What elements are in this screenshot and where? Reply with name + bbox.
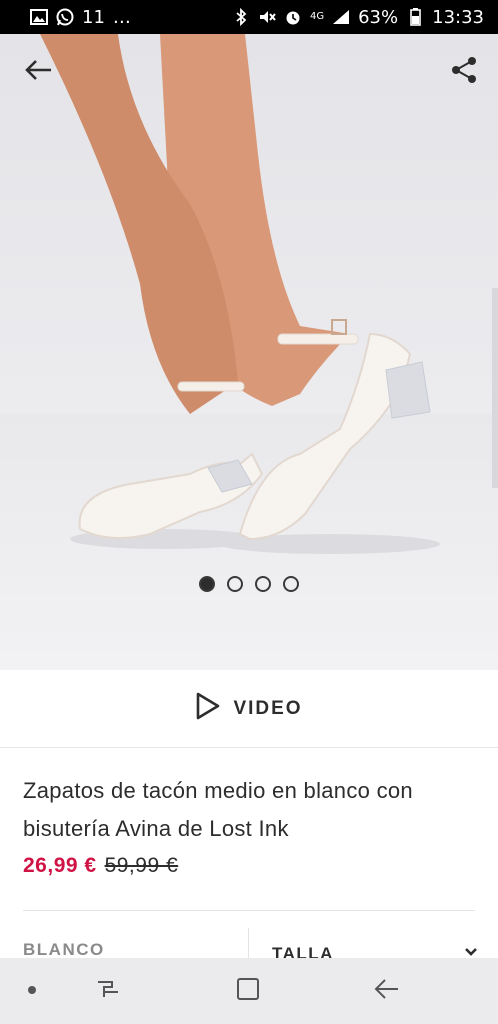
back-arrow-icon xyxy=(372,976,400,1007)
gallery-dot-4[interactable] xyxy=(283,576,299,592)
whatsapp-notification-icon xyxy=(56,8,74,26)
recent-apps-button[interactable] xyxy=(78,958,138,1024)
network-type: 4G xyxy=(309,11,325,22)
battery-icon xyxy=(406,8,424,26)
original-price: 59,99 € xyxy=(104,854,179,877)
product-info: Zapatos de tacón medio en blanco con bis… xyxy=(23,772,473,878)
arrow-left-icon xyxy=(23,58,53,87)
clock: 13:33 xyxy=(432,6,484,28)
product-title: Zapatos de tacón medio en blanco con bis… xyxy=(23,778,413,841)
share-button[interactable] xyxy=(444,52,484,92)
status-bar: 11 … 4G 63% 13:33 xyxy=(0,0,498,34)
gallery-dot-2[interactable] xyxy=(227,576,243,592)
gallery-dot-3[interactable] xyxy=(255,576,271,592)
home-icon xyxy=(235,976,261,1007)
divider xyxy=(23,910,475,911)
gallery-notification-icon xyxy=(30,8,48,26)
price-row: 26,99 € 59,99 € xyxy=(23,854,473,878)
video-button[interactable]: VIDEO xyxy=(0,670,498,748)
video-label: VIDEO xyxy=(233,697,303,719)
dot-icon xyxy=(27,982,37,1000)
current-price: 26,99 € xyxy=(23,854,97,877)
bluetooth-icon xyxy=(232,8,250,26)
mute-icon xyxy=(258,8,276,26)
nav-dot-button[interactable] xyxy=(2,958,62,1024)
home-button[interactable] xyxy=(218,958,278,1024)
product-photo xyxy=(40,34,440,554)
battery-percent: 63% xyxy=(358,6,399,28)
scroll-indicator xyxy=(492,288,498,488)
more-notifications: … xyxy=(112,6,131,28)
gallery-pagination xyxy=(0,576,498,592)
system-back-button[interactable] xyxy=(356,958,416,1024)
gallery-dot-1[interactable] xyxy=(199,576,215,592)
share-icon xyxy=(449,55,479,90)
android-navigation-bar xyxy=(0,958,498,1024)
signal-icon xyxy=(332,8,350,26)
alarm-icon xyxy=(284,8,302,26)
back-button[interactable] xyxy=(18,52,58,92)
recent-apps-icon xyxy=(95,976,121,1007)
play-icon xyxy=(195,692,221,725)
colour-label: BLANCO xyxy=(23,940,105,959)
product-image-gallery[interactable] xyxy=(0,34,498,670)
notification-count: 11 xyxy=(82,6,105,28)
